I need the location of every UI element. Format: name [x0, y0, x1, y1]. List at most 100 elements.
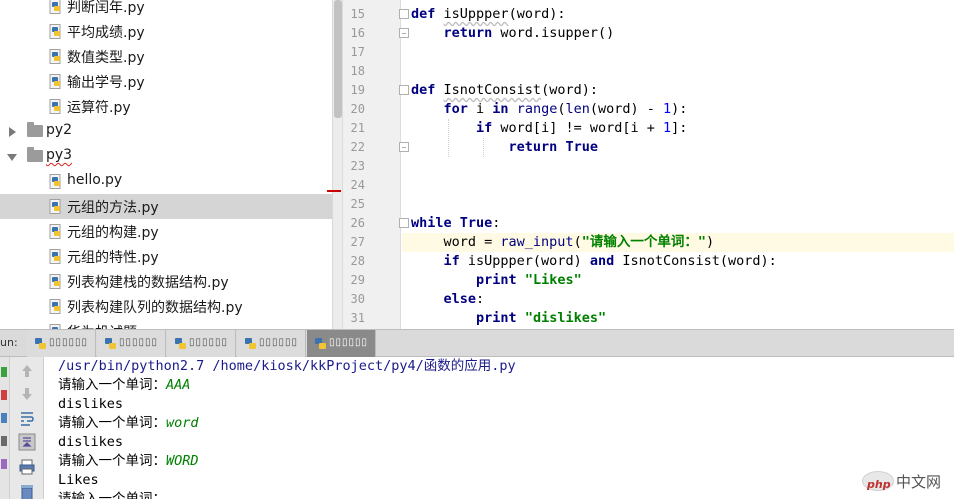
code-line-28[interactable]: if isUppper(word) and IsnotConsist(word)…: [411, 252, 954, 271]
project-tree: 判断闰年.py 平均成绩.py 数值类型.py 输出学号.py 运算符.py py2 py3…: [0, 0, 332, 329]
php-cn-watermark: php 中文网: [862, 467, 952, 495]
watermark-logo-text: php: [867, 478, 891, 491]
tree-file-label: 运算符.py: [67, 100, 131, 116]
stop-icon[interactable]: [1, 390, 7, 400]
error-stripe-marker: [327, 190, 341, 192]
console-output-line: dislikes: [58, 396, 124, 412]
console-prompt-line: 请输入一个单词：WORD: [58, 452, 199, 471]
python-run-icon: [35, 338, 46, 349]
tree-folder-py3[interactable]: py3: [0, 144, 332, 169]
code-editor[interactable]: 15 16 17 18 19 20 21 22 23 24 25 26 27 28 29 30 31 def i…: [342, 0, 954, 329]
tree-file-item[interactable]: 判断闰年.py: [0, 0, 332, 19]
soft-wrap-icon[interactable]: [18, 409, 36, 427]
pin-icon[interactable]: [1, 436, 7, 446]
run-tab-label: ▯▯▯▯▯▯: [329, 337, 369, 348]
scroll-to-end-icon[interactable]: [18, 433, 36, 451]
console-prompt-line: 请输入一个单词：word: [58, 414, 199, 433]
expand-arrow-right-icon[interactable]: [9, 127, 16, 137]
run-tab[interactable]: ▯▯▯▯▯▯: [97, 330, 166, 357]
tree-folder-py2[interactable]: py2: [0, 119, 332, 144]
run-tab[interactable]: ▯▯▯▯▯▯: [237, 330, 306, 357]
line-number: 15: [350, 7, 365, 21]
console-prompt-text: 请输入一个单词：: [58, 377, 166, 393]
code-line-22[interactable]: return True: [411, 138, 954, 157]
tree-file-item[interactable]: 输出学号.py: [0, 69, 332, 94]
run-tab[interactable]: ▯▯▯▯▯▯: [27, 330, 96, 357]
python-run-icon: [315, 338, 326, 349]
console-user-input: word: [166, 415, 199, 431]
code-line-18[interactable]: [411, 62, 954, 81]
code-line-15[interactable]: def isUppper(word):: [411, 5, 954, 24]
rerun-icon[interactable]: [1, 367, 7, 377]
indent-guide: [483, 138, 484, 157]
python-run-icon: [105, 338, 116, 349]
python-file-icon: [49, 99, 61, 114]
code-line-30[interactable]: else:: [411, 290, 954, 309]
fold-marker-icon[interactable]: [399, 218, 409, 228]
line-number: 16: [350, 26, 365, 40]
expand-arrow-down-icon[interactable]: [7, 154, 17, 161]
console-output-line: dislikes: [58, 434, 124, 450]
settings-icon[interactable]: [1, 459, 7, 469]
tree-file-label: 列表构建队列的数据结构.py: [67, 300, 243, 316]
fold-marker-icon[interactable]: [399, 28, 409, 38]
project-tree-scroll-thumb[interactable]: [334, 0, 342, 118]
watermark-logo: php: [862, 471, 894, 491]
run-console[interactable]: /usr/bin/python2.7 /home/kiosk/kkProject…: [44, 357, 954, 499]
tree-file-item[interactable]: 运算符.py: [0, 94, 332, 119]
clear-all-icon[interactable]: [18, 483, 36, 499]
tree-file-item[interactable]: 列表构建队列的数据结构.py: [0, 294, 332, 319]
code-line-31[interactable]: print "dislikes": [411, 309, 954, 328]
code-line-26[interactable]: while True:: [411, 214, 954, 233]
code-line-20[interactable]: for i in range(len(word) - 1):: [411, 100, 954, 119]
code-line-24[interactable]: [411, 176, 954, 195]
code-line-21[interactable]: if word[i] != word[i + 1]:: [411, 119, 954, 138]
code-line-17[interactable]: [411, 43, 954, 62]
tree-file-item[interactable]: hello.py: [0, 169, 332, 194]
scroll-down-icon[interactable]: [18, 385, 36, 403]
line-number: 17: [350, 45, 365, 59]
console-prompt-line: 请输入一个单词：: [58, 490, 166, 499]
fold-marker-icon[interactable]: [399, 9, 409, 19]
scroll-up-icon[interactable]: [18, 362, 36, 380]
line-number: 29: [350, 273, 365, 287]
code-line-25[interactable]: [411, 195, 954, 214]
run-tab-strip: un: ▯▯▯▯▯▯ ▯▯▯▯▯▯ ▯▯▯▯▯▯ ▯▯▯▯▯▯ ▯▯▯▯▯▯: [0, 329, 954, 357]
tree-file-item[interactable]: 元组的特性.py: [0, 244, 332, 269]
code-line-16[interactable]: return word.isupper(): [411, 24, 954, 43]
run-tab-label: ▯▯▯▯▯▯: [119, 337, 159, 348]
tree-file-item[interactable]: 元组的构建.py: [0, 219, 332, 244]
fold-marker-icon[interactable]: [399, 142, 409, 152]
console-prompt-text: 请输入一个单词：: [58, 415, 166, 431]
python-file-icon: [49, 174, 61, 189]
tree-file-label: hello.py: [67, 172, 123, 188]
restore-layout-icon[interactable]: [1, 413, 7, 423]
run-tab[interactable]: ▯▯▯▯▯▯: [167, 330, 236, 357]
code-line-19[interactable]: def IsnotConsist(word):: [411, 81, 954, 100]
fold-marker-icon[interactable]: [399, 85, 409, 95]
tree-file-item[interactable]: 元组的方法.py: [0, 194, 332, 219]
console-prompt-text: 请输入一个单词：: [58, 491, 166, 499]
run-panel-label: un:: [0, 336, 18, 349]
run-tab-label: ▯▯▯▯▯▯: [49, 337, 89, 348]
tree-file-label: 输出学号.py: [67, 75, 145, 91]
tree-file-item[interactable]: 数值类型.py: [0, 44, 332, 69]
run-tab[interactable]: ▯▯▯▯▯▯: [307, 330, 376, 357]
tree-file-item[interactable]: 列表构建栈的数据结构.py: [0, 269, 332, 294]
folder-icon: [27, 122, 43, 137]
python-run-icon: [245, 338, 256, 349]
tree-file-label: 数值类型.py: [67, 50, 145, 66]
print-icon[interactable]: [18, 458, 36, 476]
tree-folder-label: py2: [46, 122, 73, 138]
line-number: 24: [350, 178, 365, 192]
tree-file-item[interactable]: 平均成绩.py: [0, 19, 332, 44]
python-file-icon: [49, 199, 61, 214]
project-tree-scrollbar[interactable]: [332, 0, 342, 329]
python-file-icon: [49, 0, 61, 14]
code-line-27[interactable]: word = raw_input("请输入一个单词："): [402, 233, 954, 252]
line-number: 31: [350, 311, 365, 325]
code-line-23[interactable]: [411, 157, 954, 176]
tree-file-item[interactable]: 华为机试题: [0, 319, 332, 329]
folder-icon: [27, 147, 43, 162]
code-line-29[interactable]: print "Likes": [411, 271, 954, 290]
